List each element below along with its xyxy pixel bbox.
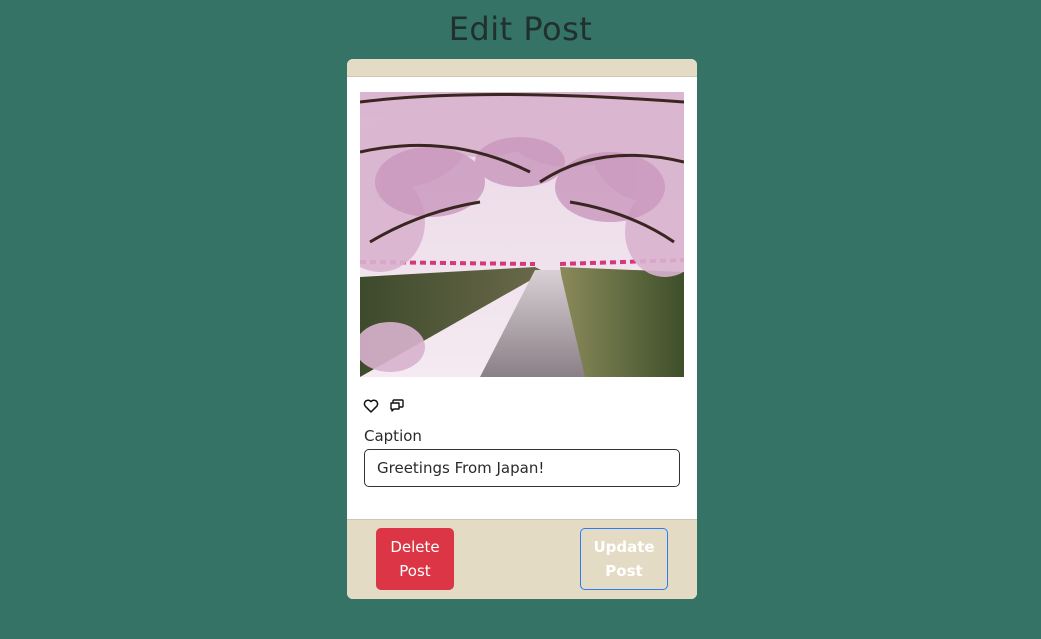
post-card: Caption Delete Post Update Post	[347, 59, 697, 599]
post-actions-row	[363, 397, 405, 415]
caption-input[interactable]	[364, 449, 680, 487]
comment-icon[interactable]	[389, 398, 405, 414]
heart-icon[interactable]	[363, 398, 379, 414]
card-footer: Delete Post Update Post	[347, 519, 697, 599]
delete-post-button[interactable]: Delete Post	[376, 528, 454, 590]
card-header	[347, 59, 697, 77]
page-title: Edit Post	[448, 10, 593, 48]
update-post-button[interactable]: Update Post	[580, 528, 668, 590]
caption-label: Caption	[364, 427, 422, 445]
post-image	[360, 92, 684, 377]
